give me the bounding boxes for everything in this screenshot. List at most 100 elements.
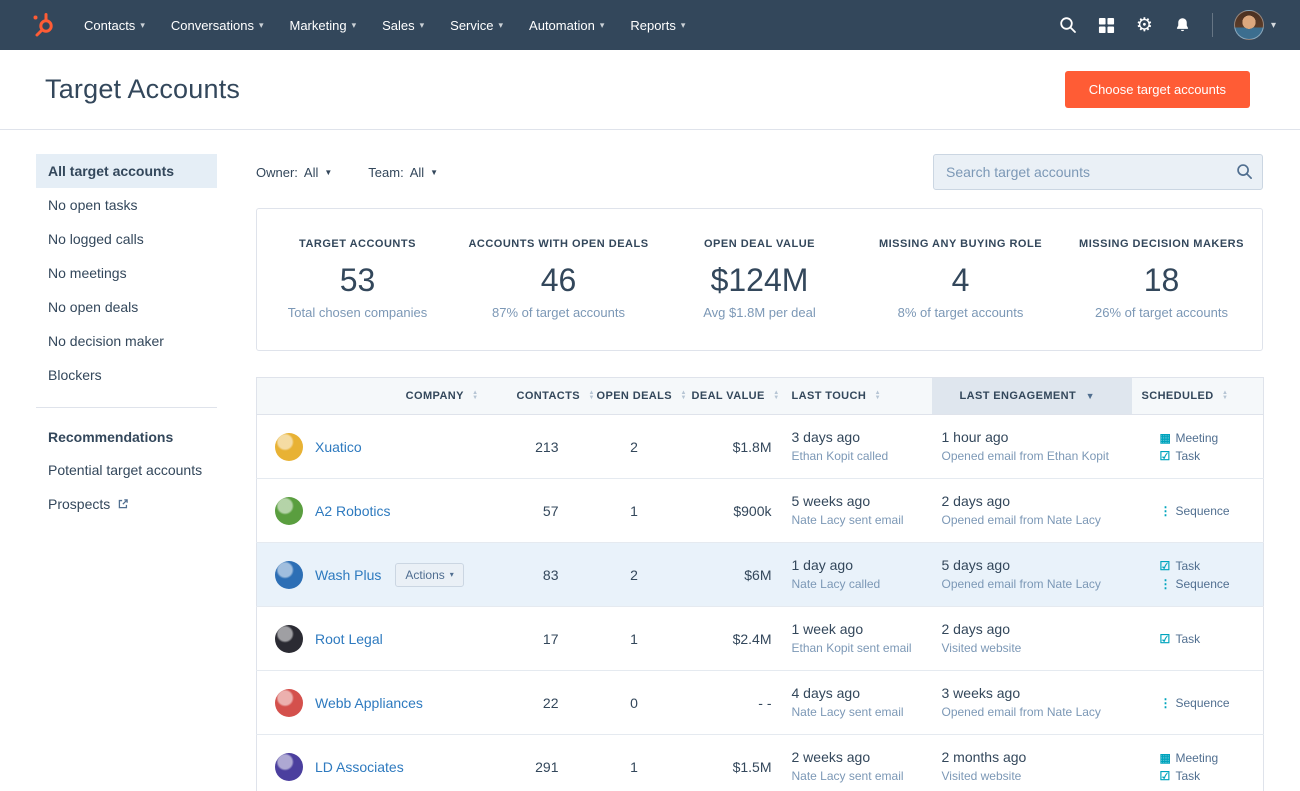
sidebar-item-label: Prospects — [48, 496, 110, 512]
sidebar-item-no-logged-calls[interactable]: No logged calls — [36, 222, 217, 256]
actions-button[interactable]: Actions ▾ — [395, 563, 463, 587]
settings-gear-icon[interactable]: ⚙ — [1136, 16, 1153, 35]
table-row[interactable]: Wash Plus Actions ▾ 83 2 $6M — [257, 543, 1264, 607]
scheduled-label: Sequence — [1176, 696, 1230, 710]
stat-card: ACCOUNTS WITH OPEN DEALS 46 87% of targe… — [458, 238, 659, 320]
search-target-accounts-input[interactable] — [933, 154, 1263, 190]
column-header-last-engagement[interactable]: LAST ENGAGEMENT ▲▼ ▼ — [932, 378, 1132, 415]
user-menu[interactable]: ▾ — [1234, 10, 1276, 40]
sidebar-recommendations-list: Potential target accounts Prospects — [36, 453, 217, 521]
team-filter[interactable]: Team: All ▼ — [368, 165, 438, 180]
scheduled-item: ☑ Task — [1160, 449, 1254, 463]
sort-descending-icon: ▼ — [1086, 391, 1095, 401]
stat-subtext: 26% of target accounts — [1069, 305, 1254, 320]
scheduled-list: ☑ Task ⋮ Sequence — [1160, 559, 1254, 591]
nav-conversations[interactable]: Conversations ▾ — [171, 18, 264, 33]
company-avatar — [275, 433, 303, 461]
column-header-scheduled[interactable]: SCHEDULED ▲▼ ▼ — [1132, 378, 1264, 415]
column-header-label: DEAL VALUE — [692, 390, 765, 402]
deal-value: - - — [682, 671, 782, 735]
scheduled-label: Task — [1176, 559, 1201, 573]
last-touch-detail: Nate Lacy sent email — [792, 513, 922, 528]
deal-value: $900k — [682, 479, 782, 543]
sidebar-item-no-open-tasks[interactable]: No open tasks — [36, 188, 217, 222]
scheduled-item: ☑ Task — [1160, 632, 1254, 646]
task-icon: ☑ — [1160, 559, 1176, 573]
sidebar-item-label: No meetings — [48, 265, 127, 281]
search-icon[interactable] — [1059, 16, 1077, 34]
marketplace-icon[interactable] — [1098, 17, 1115, 34]
scheduled-label: Task — [1176, 632, 1201, 646]
nav-automation[interactable]: Automation ▾ — [529, 18, 604, 33]
table-row[interactable]: Xuatico ▾ 213 2 $1.8M — [257, 415, 1264, 479]
scheduled-list: ▦ Meeting ☑ Task — [1160, 431, 1254, 463]
table-row[interactable]: A2 Robotics ▾ 57 1 $900k — [257, 479, 1264, 543]
company-link[interactable]: Xuatico — [315, 439, 362, 455]
scheduled-item: ▦ Meeting — [1160, 751, 1254, 765]
sidebar-item-no-meetings[interactable]: No meetings — [36, 256, 217, 290]
company-link[interactable]: Root Legal — [315, 631, 383, 647]
sidebar-item-label: All target accounts — [48, 163, 174, 179]
last-engagement-detail: Visited website — [942, 769, 1122, 784]
sidebar-item-label: Potential target accounts — [48, 462, 202, 478]
last-engagement-time: 5 days ago — [942, 557, 1122, 574]
company-link[interactable]: Webb Appliances — [315, 695, 423, 711]
contacts-count: 213 — [507, 415, 587, 479]
scheduled-label: Task — [1176, 449, 1201, 463]
owner-filter-value: All — [304, 165, 318, 180]
owner-filter[interactable]: Owner: All ▼ — [256, 165, 332, 180]
sidebar-item-no-open-deals[interactable]: No open deals — [36, 290, 217, 324]
scheduled-list: ☑ Task — [1160, 632, 1254, 646]
column-header-contacts[interactable]: CONTACTS ▲▼ ▼ — [507, 378, 587, 415]
nav-marketing[interactable]: Marketing ▾ — [289, 18, 356, 33]
user-avatar — [1234, 10, 1264, 40]
company-link[interactable]: Wash Plus — [315, 567, 381, 583]
nav-sales[interactable]: Sales ▾ — [382, 18, 424, 33]
nav-contacts[interactable]: Contacts ▾ — [84, 18, 145, 33]
table-row[interactable]: LD Associates ▾ 291 1 $1.5M — [257, 735, 1264, 791]
column-header-last-touch[interactable]: LAST TOUCH ▲▼ ▼ — [782, 378, 932, 415]
nav-service[interactable]: Service ▾ — [450, 18, 503, 33]
column-header-label: COMPANY — [406, 390, 464, 402]
notifications-bell-icon[interactable] — [1174, 16, 1191, 34]
column-header-deal-value[interactable]: DEAL VALUE ▲▼ ▼ — [682, 378, 782, 415]
stat-value: 53 — [265, 263, 450, 298]
last-engagement-detail: Opened email from Nate Lacy — [942, 577, 1122, 592]
sidebar-item-prospects[interactable]: Prospects — [36, 487, 217, 521]
scheduled-item: ☑ Task — [1160, 769, 1254, 783]
table-row[interactable]: Root Legal ▾ 17 1 $2.4M — [257, 607, 1264, 671]
column-header-open-deals[interactable]: OPEN DEALS ▲▼ ▼ — [587, 378, 682, 415]
open-deals-count: 1 — [587, 735, 682, 791]
sidebar-item-blockers[interactable]: Blockers — [36, 358, 217, 392]
column-header-label: SCHEDULED — [1142, 390, 1214, 402]
column-header-label: CONTACTS — [517, 390, 581, 402]
choose-target-accounts-button[interactable]: Choose target accounts — [1065, 71, 1250, 108]
stat-card: OPEN DEAL VALUE $124M Avg $1.8M per deal — [659, 238, 860, 320]
team-filter-value: All — [410, 165, 424, 180]
open-deals-count: 0 — [587, 671, 682, 735]
column-header-label: OPEN DEALS — [597, 390, 673, 402]
table-row[interactable]: Webb Appliances ▾ 22 0 - - — [257, 671, 1264, 735]
chevron-down-icon: ▾ — [140, 20, 145, 31]
last-touch-detail: Nate Lacy sent email — [792, 769, 922, 784]
hubspot-logo[interactable] — [30, 12, 56, 38]
sidebar-item-potential-target-accounts[interactable]: Potential target accounts — [36, 453, 217, 487]
sidebar-item-no-decision-maker[interactable]: No decision maker — [36, 324, 217, 358]
last-engagement-detail: Opened email from Nate Lacy — [942, 513, 1122, 528]
sequence-icon: ⋮ — [1160, 577, 1176, 591]
company-link[interactable]: A2 Robotics — [315, 503, 390, 519]
last-touch-detail: Nate Lacy sent email — [792, 705, 922, 720]
content: All target accounts No open tasks No log… — [0, 130, 1300, 791]
search-icon[interactable] — [1236, 163, 1253, 185]
last-engagement-time: 2 days ago — [942, 621, 1122, 638]
nav-reports[interactable]: Reports ▾ — [630, 18, 685, 33]
contacts-count: 57 — [507, 479, 587, 543]
contacts-count: 17 — [507, 607, 587, 671]
open-deals-count: 2 — [587, 543, 682, 607]
page-title: Target Accounts — [45, 74, 240, 105]
sidebar-item-all-target-accounts[interactable]: All target accounts — [36, 154, 217, 188]
column-header-company[interactable]: COMPANY ▲▼ ▼ — [257, 378, 507, 415]
chevron-down-icon: ▾ — [259, 20, 264, 31]
company-link[interactable]: LD Associates — [315, 759, 404, 775]
chevron-down-icon: ▼ — [324, 168, 332, 177]
